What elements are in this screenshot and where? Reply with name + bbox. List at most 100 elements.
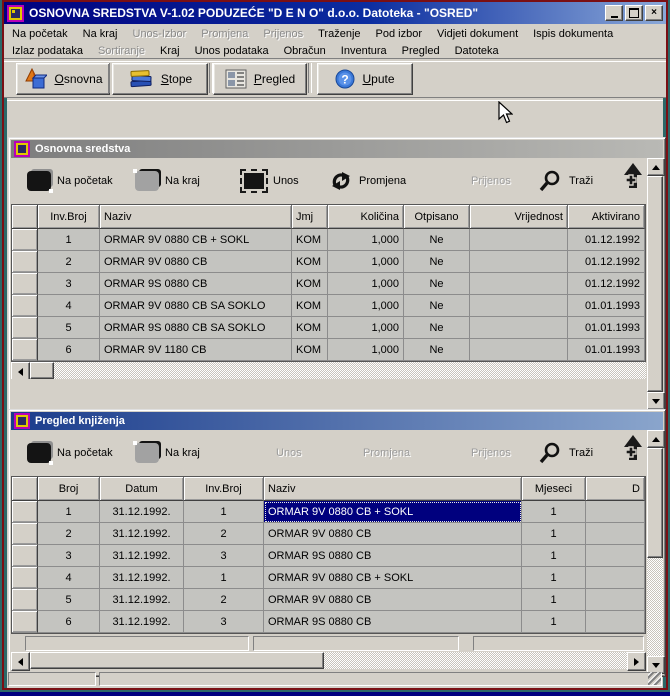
scroll-down-button[interactable] — [647, 392, 665, 410]
table-cell[interactable]: KOM — [292, 229, 328, 251]
column-header-naziv[interactable]: Naziv — [264, 477, 522, 501]
assets-last-button[interactable]: Na kraj — [135, 166, 200, 196]
table-cell[interactable]: 1,000 — [328, 273, 404, 295]
table-cell[interactable]: KOM — [292, 339, 328, 361]
column-header-otpisano[interactable]: Otpisano — [404, 205, 470, 229]
table-cell[interactable]: Ne — [404, 339, 470, 361]
table-cell[interactable]: KOM — [292, 273, 328, 295]
column-header-kolicina[interactable]: Količina — [328, 205, 404, 229]
table-cell[interactable]: ORMAR 9V 0880 CB — [100, 251, 292, 273]
table-cell[interactable] — [586, 523, 645, 545]
menu-item-obracun[interactable]: Obračun — [284, 45, 326, 57]
table-cell[interactable]: 6 — [38, 339, 100, 361]
table-cell[interactable]: 01.12.1992 — [568, 273, 645, 295]
table-cell[interactable]: 1 — [522, 545, 586, 567]
row-selector[interactable] — [12, 545, 38, 567]
table-cell[interactable]: 1,000 — [328, 229, 404, 251]
scroll-thumb[interactable] — [647, 448, 663, 558]
table-cell[interactable]: 01.12.1992 — [568, 229, 645, 251]
scroll-track[interactable] — [54, 362, 646, 379]
table-cell[interactable]: 1 — [38, 229, 100, 251]
column-header-naziv[interactable]: Naziv — [100, 205, 292, 229]
table-cell[interactable]: 3 — [38, 545, 100, 567]
table-cell[interactable]: ORMAR 9S 0880 CB — [264, 611, 522, 633]
table-cell[interactable]: 1 — [522, 567, 586, 589]
assets-search-button[interactable]: Traži — [539, 166, 593, 196]
table-cell[interactable]: Ne — [404, 251, 470, 273]
row-selector[interactable] — [12, 273, 38, 295]
table-cell[interactable] — [586, 589, 645, 611]
column-header-broj[interactable]: Broj — [38, 477, 100, 501]
table-cell[interactable]: KOM — [292, 295, 328, 317]
assets-insert-button[interactable]: Unos — [241, 166, 299, 196]
assets-first-button[interactable]: Na početak — [27, 166, 113, 196]
osnovna-button[interactable]: Osnovna — [16, 63, 110, 95]
table-cell[interactable]: ORMAR 9V 0880 CB + SOKL — [100, 229, 292, 251]
maximize-button[interactable] — [625, 5, 643, 21]
menu-item-izlaz-podataka[interactable]: Izlaz podataka — [12, 45, 83, 57]
menu-item-unos-podataka[interactable]: Unos podataka — [195, 45, 269, 57]
table-cell[interactable]: 1 — [522, 589, 586, 611]
table-cell[interactable]: 4 — [38, 567, 100, 589]
table-cell[interactable]: 4 — [38, 295, 100, 317]
table-cell[interactable]: 1 — [184, 501, 264, 523]
table-cell[interactable]: 1,000 — [328, 317, 404, 339]
assets-change-button[interactable]: Promjena — [329, 166, 406, 196]
ledger-vertical-scrollbar[interactable] — [647, 430, 663, 674]
ledger-first-button[interactable]: Na početak — [27, 438, 113, 468]
minimize-button[interactable] — [605, 5, 623, 21]
assets-horizontal-scrollbar[interactable] — [11, 362, 646, 379]
ledger-panel-titlebar[interactable]: Pregled knjiženja — [11, 412, 663, 430]
menu-item-na-kraj[interactable]: Na kraj — [83, 28, 118, 40]
table-cell[interactable]: 1 — [184, 567, 264, 589]
menu-item-inventura[interactable]: Inventura — [341, 45, 387, 57]
column-header-aktivirano[interactable]: Aktivirano — [568, 205, 645, 229]
table-cell[interactable]: 1,000 — [328, 339, 404, 361]
table-cell[interactable]: 1 — [522, 611, 586, 633]
menu-item-ispis-dokumenta[interactable]: Ispis dokumenta — [533, 28, 613, 40]
scroll-thumb[interactable] — [647, 176, 663, 392]
scroll-track[interactable] — [647, 558, 663, 656]
table-cell[interactable]: ORMAR 9V 0880 CB SA SOKLO — [100, 295, 292, 317]
table-cell[interactable] — [470, 229, 568, 251]
row-selector[interactable] — [12, 339, 38, 361]
scroll-up-button[interactable] — [647, 430, 665, 448]
table-cell[interactable]: KOM — [292, 251, 328, 273]
table-cell[interactable] — [470, 273, 568, 295]
assets-panel-titlebar[interactable]: Osnovna sredstva — [11, 140, 663, 158]
table-cell[interactable]: 31.12.1992. — [100, 567, 184, 589]
ledger-search-button[interactable]: Traži — [539, 438, 593, 468]
stope-button[interactable]: Stope — [112, 63, 208, 95]
table-cell[interactable]: ORMAR 9V 0880 CB — [264, 523, 522, 545]
table-cell[interactable]: 5 — [38, 589, 100, 611]
ledger-last-button[interactable]: Na kraj — [135, 438, 200, 468]
table-cell[interactable]: Ne — [404, 295, 470, 317]
upute-button[interactable]: ? Upute — [317, 63, 413, 95]
table-cell[interactable] — [586, 545, 645, 567]
table-cell[interactable]: 3 — [184, 545, 264, 567]
table-cell[interactable]: 1,000 — [328, 251, 404, 273]
assets-vertical-scrollbar[interactable] — [647, 158, 663, 410]
row-selector[interactable] — [12, 501, 38, 523]
row-selector[interactable] — [12, 611, 38, 633]
scroll-thumb[interactable] — [30, 652, 324, 669]
table-cell[interactable]: 1 — [38, 501, 100, 523]
app-icon[interactable] — [7, 5, 24, 22]
table-cell[interactable]: 01.01.1993 — [568, 339, 645, 361]
column-header-d[interactable]: D — [586, 477, 645, 501]
scroll-thumb[interactable] — [30, 362, 54, 379]
table-cell[interactable]: 01.01.1993 — [568, 317, 645, 339]
scroll-right-button[interactable] — [627, 652, 646, 671]
column-header-inv-broj[interactable]: Inv.Broj — [184, 477, 264, 501]
table-cell[interactable]: 1 — [522, 523, 586, 545]
table-cell[interactable]: Ne — [404, 317, 470, 339]
table-cell[interactable] — [470, 295, 568, 317]
menu-item-vidjeti-dokument[interactable]: Vidjeti dokument — [437, 28, 518, 40]
table-cell[interactable]: Ne — [404, 229, 470, 251]
table-cell[interactable]: 2 — [184, 523, 264, 545]
menu-item-na-pocetak[interactable]: Na početak — [12, 28, 68, 40]
table-cell[interactable]: ORMAR 9S 0880 CB SA SOKLO — [100, 317, 292, 339]
row-selector[interactable] — [12, 589, 38, 611]
table-cell[interactable]: ORMAR 9V 0880 CB — [264, 589, 522, 611]
table-cell[interactable] — [586, 611, 645, 633]
